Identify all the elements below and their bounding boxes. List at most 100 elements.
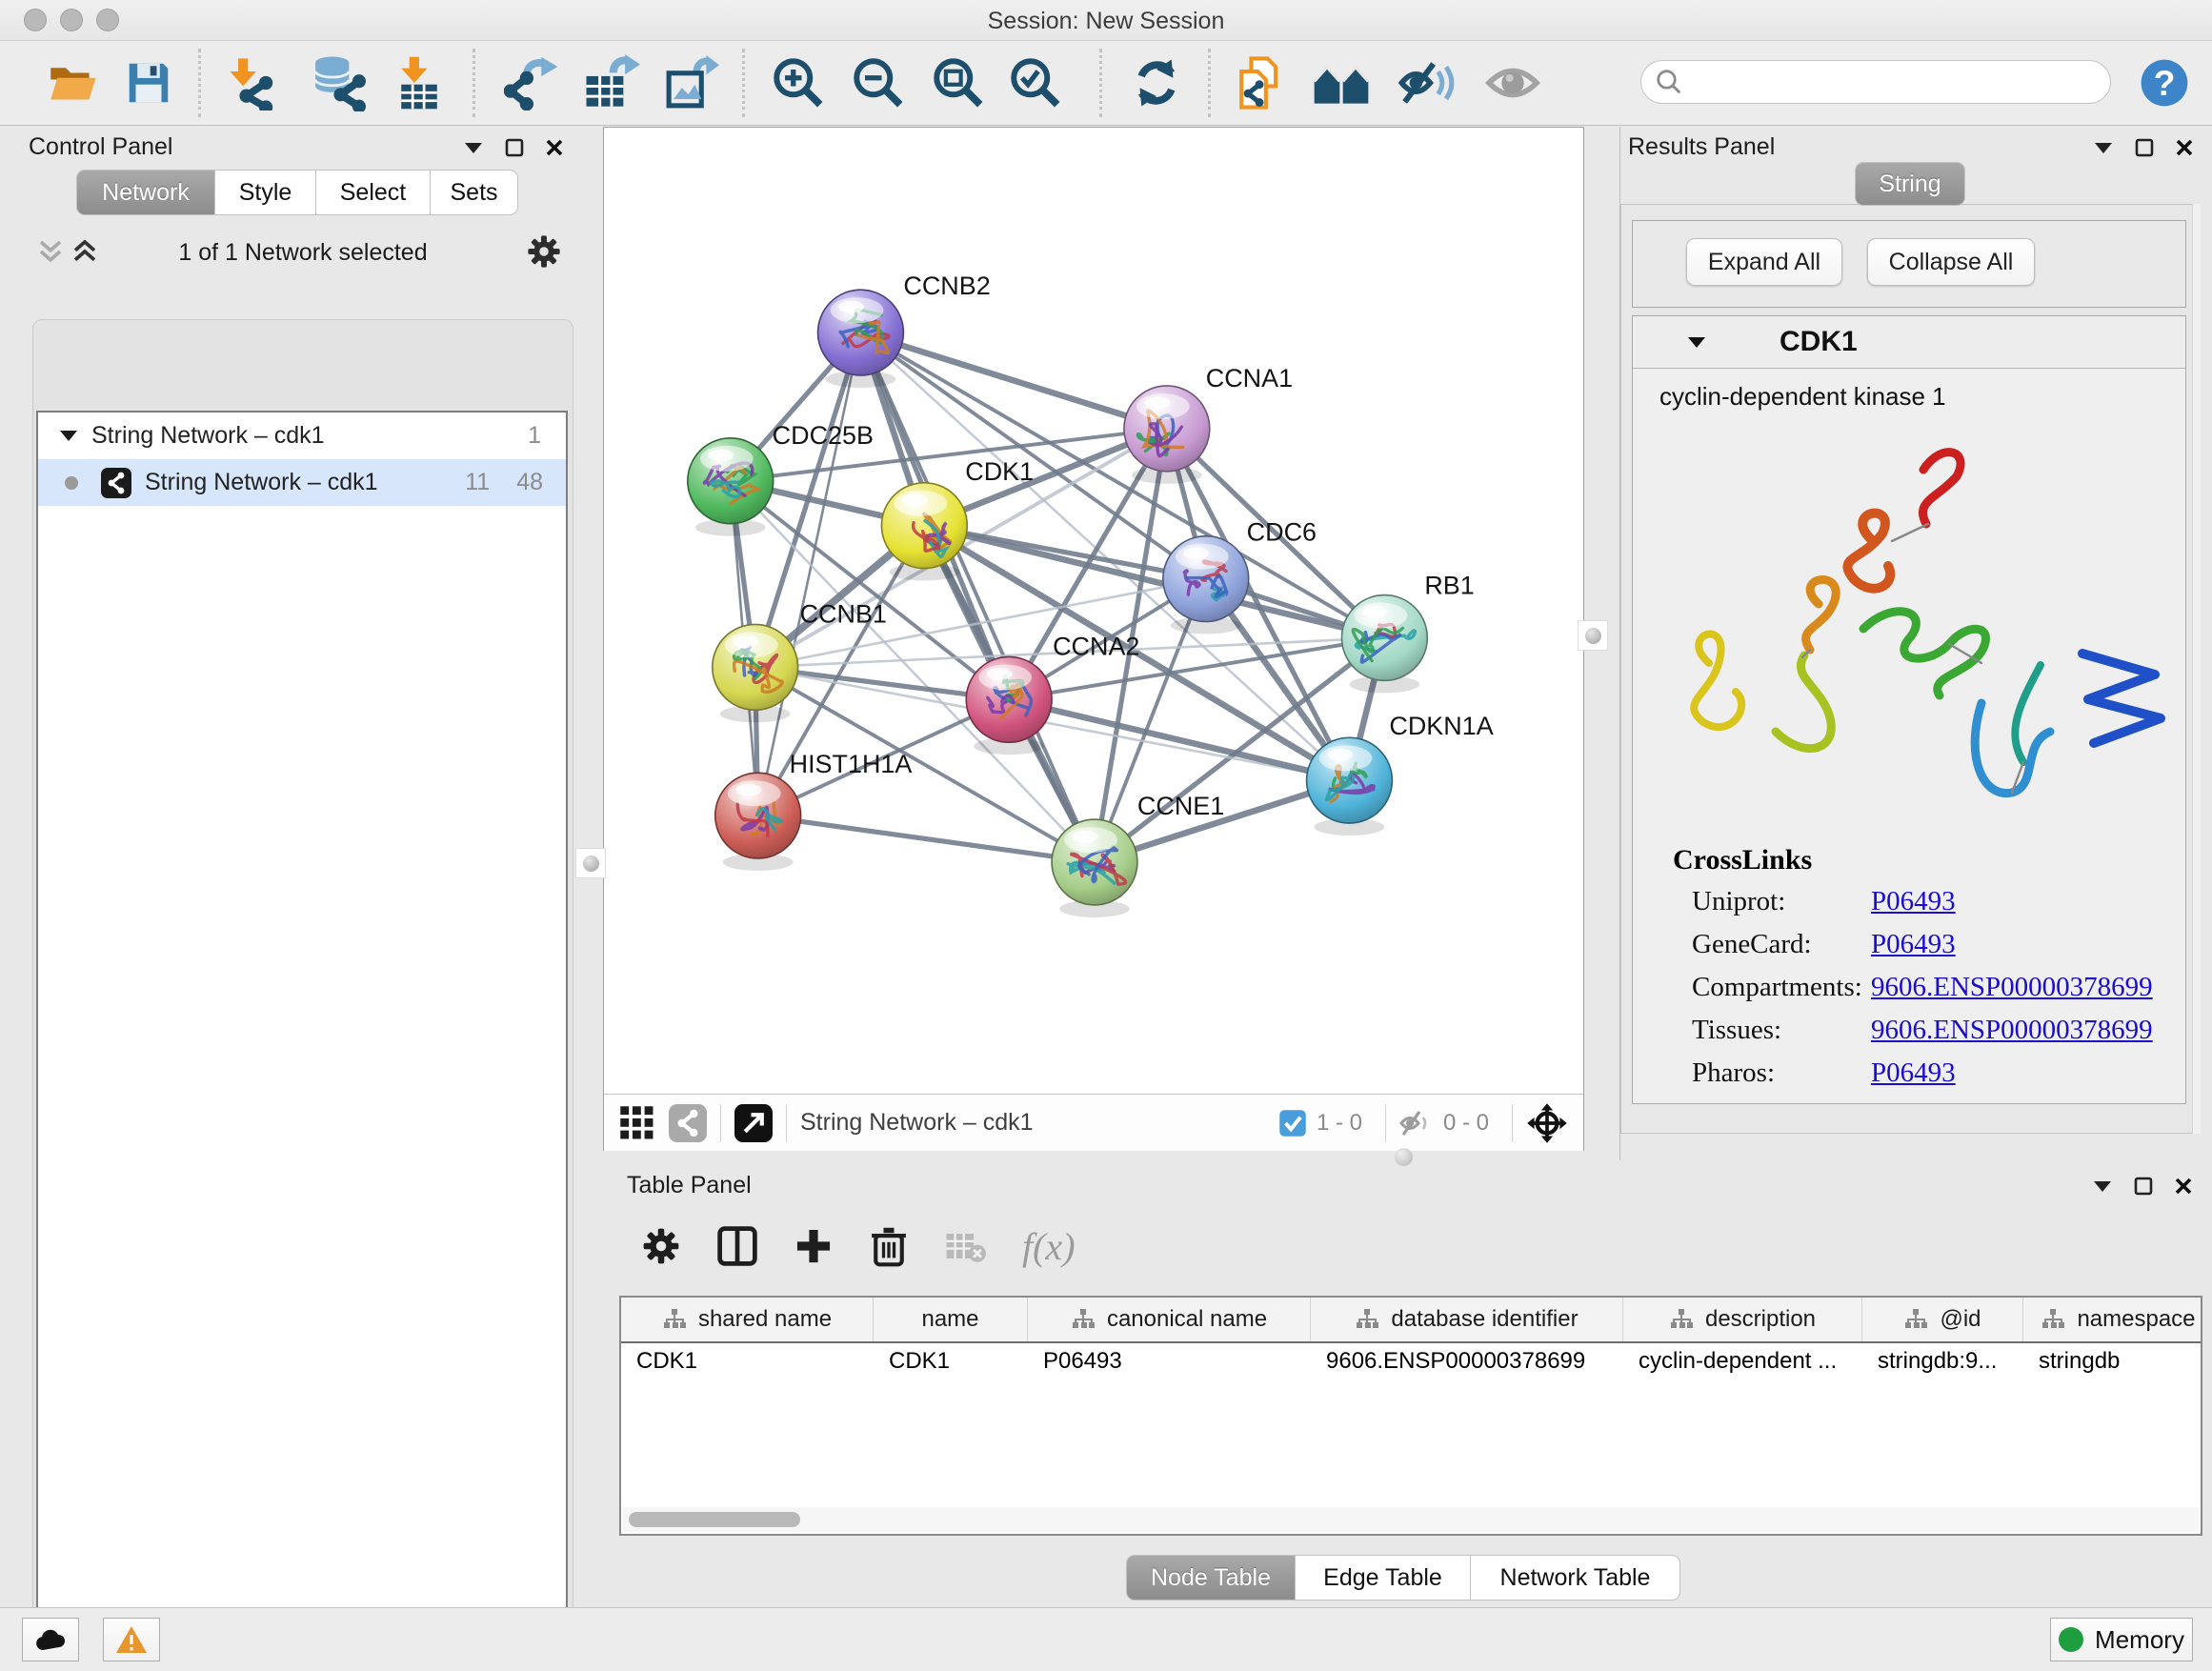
network-node-RB1[interactable] [1341, 595, 1427, 694]
column-header--id[interactable]: @id [1862, 1298, 2023, 1341]
table-cell[interactable]: CDK1 [621, 1348, 874, 1375]
selected-checkbox-icon[interactable] [1278, 1109, 1307, 1137]
help-button[interactable]: ? [2134, 52, 2195, 113]
delete-column-trash-icon[interactable] [870, 1225, 908, 1267]
table-cell[interactable]: stringdb:9... [1862, 1348, 2023, 1375]
table-cell[interactable]: cyclin-dependent ... [1623, 1348, 1862, 1375]
panel-menu-arrow-icon[interactable] [2092, 1178, 2113, 1194]
tab-sets[interactable]: Sets [431, 170, 518, 215]
tab-network[interactable]: Network [76, 170, 215, 215]
crosslink-link[interactable]: P06493 [1871, 886, 1956, 917]
tab-node-table[interactable]: Node Table [1126, 1555, 1296, 1601]
network-options-button[interactable] [526, 233, 562, 270]
column-header-database-identifier[interactable]: database identifier [1311, 1298, 1623, 1341]
tab-style[interactable]: Style [215, 170, 316, 215]
left-splitter-handle[interactable] [575, 848, 606, 878]
network-edge[interactable] [860, 332, 1095, 862]
table-cell[interactable]: CDK1 [874, 1348, 1028, 1375]
table-cell[interactable]: 9606.ENSP00000378699 [1311, 1348, 1623, 1375]
collapse-all-button[interactable] [36, 237, 65, 266]
float-panel-icon[interactable] [2134, 1177, 2153, 1196]
right-splitter-handle[interactable] [1578, 620, 1608, 651]
panel-menu-arrow-icon[interactable] [2093, 140, 2114, 155]
zoom-out-button[interactable] [848, 52, 909, 113]
horizontal-splitter-handle[interactable] [1395, 1148, 1413, 1166]
column-header-namespace[interactable]: namespace [2023, 1298, 2202, 1341]
table-cell[interactable]: stringdb [2023, 1348, 2202, 1375]
show-grid-button[interactable] [619, 1105, 655, 1141]
column-header-shared-name[interactable]: shared name [621, 1298, 874, 1341]
tab-edge-table[interactable]: Edge Table [1296, 1555, 1471, 1601]
import-table-from-file-button[interactable] [389, 52, 450, 113]
expand-all-tree-button[interactable] [70, 237, 99, 266]
search-field[interactable] [1640, 60, 2111, 104]
table-cell[interactable]: P06493 [1028, 1348, 1311, 1375]
gene-section-header[interactable]: CDK1 [1633, 316, 2185, 369]
zoom-fit-button[interactable] [928, 52, 989, 113]
network-node-CDKN1A[interactable] [1307, 737, 1393, 836]
results-scrollbar[interactable] [2192, 204, 2201, 1134]
tab-string[interactable]: String [1855, 162, 1965, 206]
clone-network-button[interactable] [1229, 52, 1290, 113]
network-node-CCNA1[interactable] [1124, 386, 1210, 484]
network-node-CCNE1[interactable] [1052, 819, 1137, 917]
export-table-button[interactable] [581, 52, 642, 113]
zoom-in-button[interactable] [768, 52, 829, 113]
export-network-button[interactable] [501, 52, 562, 113]
add-column-icon[interactable] [794, 1226, 834, 1266]
scrollbar-thumb[interactable] [629, 1512, 800, 1527]
open-session-button[interactable] [42, 52, 103, 113]
detach-view-button[interactable] [734, 1104, 773, 1142]
hidden-eye-slash-icon[interactable] [1399, 1109, 1434, 1137]
crosslink-link[interactable]: P06493 [1871, 1057, 1956, 1089]
memory-button[interactable]: Memory [2050, 1618, 2193, 1661]
network-row-selected[interactable]: String Network – cdk1 11 48 [38, 459, 566, 506]
network-edge[interactable] [860, 332, 1166, 429]
collapse-all-button-results[interactable]: Collapse All [1867, 238, 2035, 286]
pan-mode-button[interactable] [1526, 1102, 1568, 1144]
panel-menu-arrow-icon[interactable] [463, 140, 484, 155]
close-panel-icon[interactable] [2175, 138, 2194, 157]
network-node-CDC25B[interactable] [688, 438, 774, 536]
home-button[interactable] [1311, 52, 1372, 113]
tab-select[interactable]: Select [316, 170, 431, 215]
close-panel-icon[interactable] [545, 138, 564, 157]
hide-graphics-details-button[interactable] [1397, 52, 1458, 113]
network-edge[interactable] [758, 332, 861, 815]
import-network-from-file-button[interactable] [219, 52, 280, 113]
network-node-CCNB1[interactable] [713, 624, 798, 722]
close-panel-icon[interactable] [2174, 1177, 2193, 1196]
float-panel-icon[interactable] [505, 138, 524, 157]
column-header-description[interactable]: description [1623, 1298, 1862, 1341]
section-collapse-arrow-icon[interactable] [1686, 334, 1707, 350]
network-canvas[interactable]: CCNB2CCNA1CDC25BCDK1CDC6RB1CCNB1CCNA2CDK… [604, 128, 1583, 1094]
crosslink-link[interactable]: 9606.ENSP00000378699 [1871, 972, 2153, 1003]
split-table-view-icon[interactable] [717, 1226, 757, 1266]
export-image-button[interactable] [661, 52, 722, 113]
table-settings-gear-icon[interactable] [641, 1226, 681, 1266]
zoom-selected-button[interactable] [1005, 52, 1066, 113]
column-header-canonical-name[interactable]: canonical name [1028, 1298, 1311, 1341]
toolbar-separator [198, 49, 201, 117]
save-session-button[interactable] [118, 52, 179, 113]
tab-network-table[interactable]: Network Table [1471, 1555, 1680, 1601]
warnings-button[interactable] [103, 1618, 160, 1661]
network-edge[interactable] [758, 815, 1095, 862]
apply-preferred-layout-button[interactable] [1126, 52, 1187, 113]
expand-all-button[interactable]: Expand All [1686, 238, 1842, 286]
network-node-HIST1H1A[interactable] [715, 773, 801, 871]
crosslink-link[interactable]: 9606.ENSP00000378699 [1871, 1015, 2153, 1046]
network-birds-eye-button[interactable] [669, 1104, 707, 1142]
import-network-from-database-button[interactable] [307, 52, 368, 113]
network-collection-row[interactable]: String Network – cdk1 1 [38, 413, 566, 459]
network-node-CCNB2[interactable] [818, 290, 904, 388]
table-row[interactable]: CDK1CDK1P064939606.ENSP00000378699cyclin… [621, 1343, 2201, 1379]
search-input[interactable] [1683, 68, 2087, 96]
crosslink-link[interactable]: P06493 [1871, 929, 1956, 960]
table-horizontal-scrollbar[interactable] [623, 1507, 2199, 1532]
tree-expander-icon[interactable] [59, 429, 78, 443]
float-panel-icon[interactable] [2135, 138, 2154, 157]
show-graphics-details-button[interactable] [1482, 52, 1543, 113]
column-header-name[interactable]: name [874, 1298, 1028, 1341]
cloud-status-button[interactable] [22, 1618, 79, 1661]
